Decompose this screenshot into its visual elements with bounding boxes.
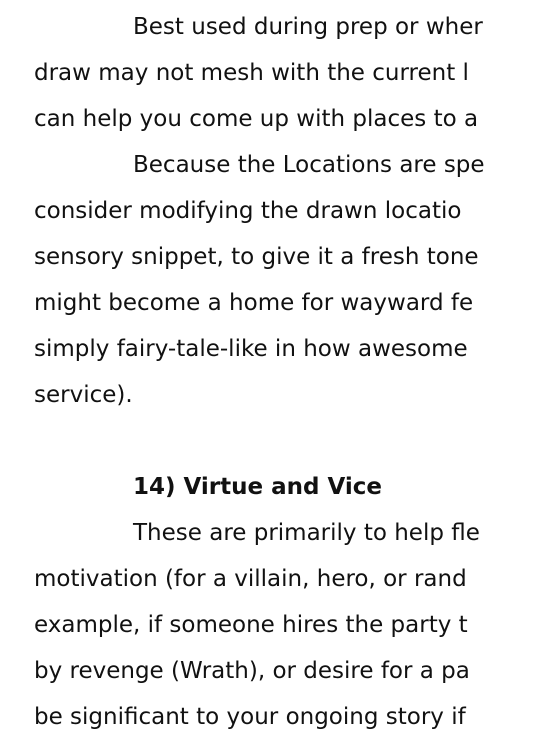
text-line: sensory snippet, to give it a fresh tone bbox=[34, 244, 479, 270]
text-line: motivation (for a villain, hero, or rand bbox=[34, 566, 467, 592]
text-line: These are primarily to help fle bbox=[133, 520, 480, 546]
text-line: draw may not mesh with the current l bbox=[34, 60, 469, 86]
text-line: be significant to your ongoing story if bbox=[34, 704, 466, 730]
section-heading: 14) Virtue and Vice bbox=[133, 474, 383, 500]
text-line: simply fairy-tale-like in how awesome bbox=[34, 336, 468, 362]
text-line: can help you come up with places to a bbox=[34, 106, 479, 132]
text-line: Because the Locations are spe bbox=[133, 152, 485, 178]
text-line: consider modifying the drawn locatio bbox=[34, 198, 462, 224]
text-line: Best used during prep or wher bbox=[133, 14, 483, 40]
text-line: by revenge (Wrath), or desire for a pa bbox=[34, 658, 470, 684]
text-line: example, if someone hires the party t bbox=[34, 612, 468, 638]
text-line: service). bbox=[34, 382, 133, 408]
text-line: might become a home for wayward fe bbox=[34, 290, 474, 316]
document-page: Best used during prep or wher draw may n… bbox=[0, 0, 543, 750]
